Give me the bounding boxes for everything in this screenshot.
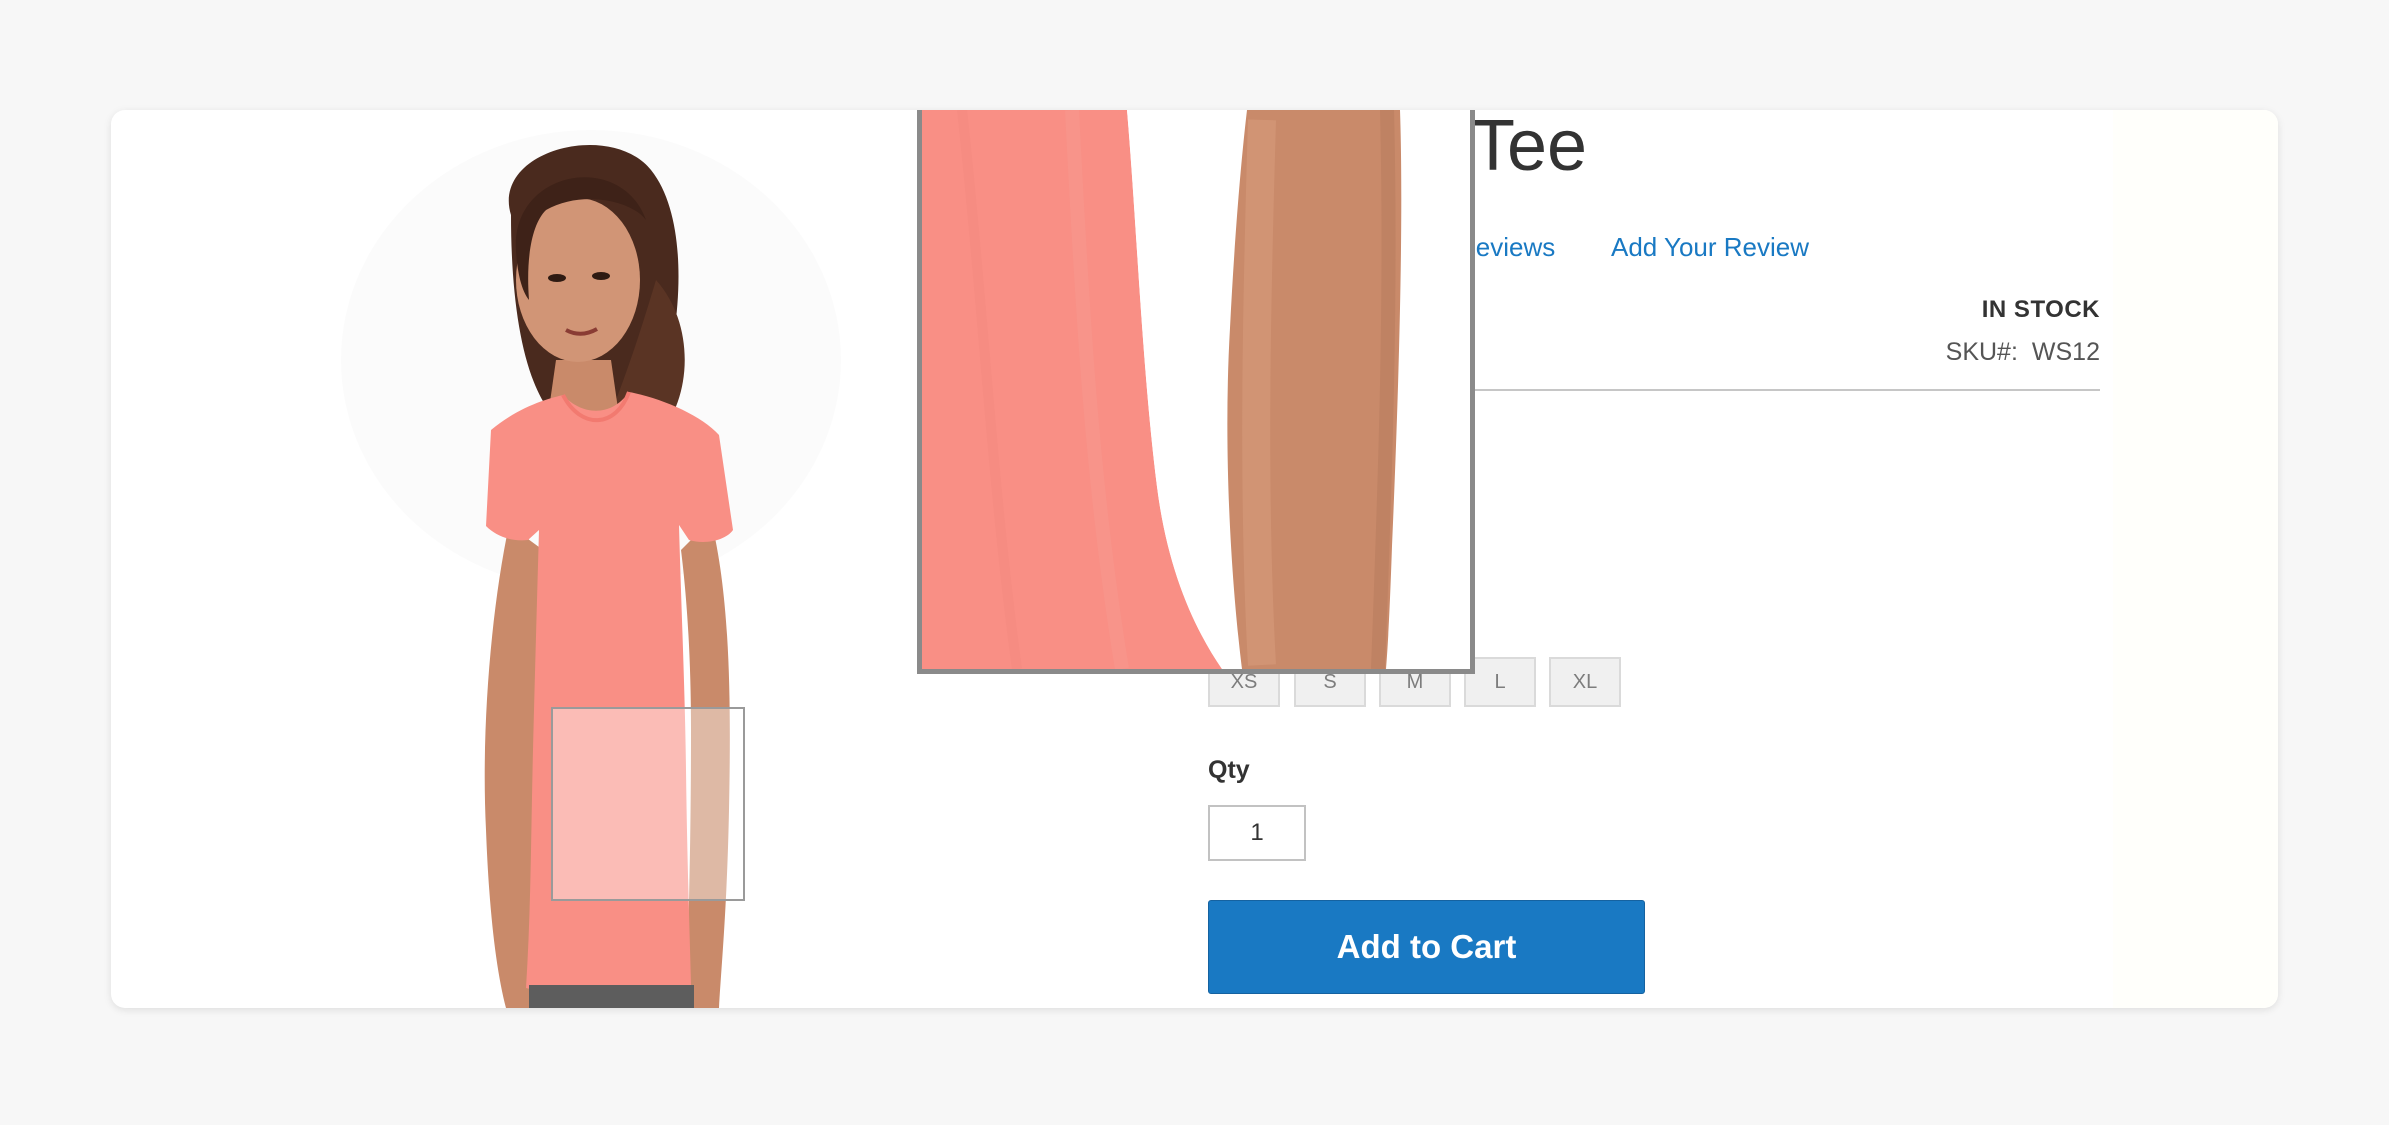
page-margin — [2113, 110, 2278, 1008]
qty-label: Qty — [1208, 756, 1250, 784]
qty-input[interactable]: 1 — [1208, 805, 1306, 861]
sku-value: WS12 — [2031, 338, 2100, 366]
zoom-lens[interactable] — [551, 707, 745, 901]
product-title: Tee — [1471, 110, 1588, 186]
size-swatch-xl[interactable]: XL — [1549, 657, 1621, 707]
add-review-link[interactable]: Add Your Review — [1611, 232, 1809, 263]
add-to-cart-button[interactable]: Add to Cart — [1208, 900, 1645, 994]
stock-status: IN STOCK — [1981, 296, 2100, 323]
zoom-preview-window — [917, 110, 1475, 674]
product-card: Tee Reviews Add Your Review IN STOCK SKU… — [111, 110, 2278, 1008]
sku-line: SKU#: WS12 — [1946, 338, 2100, 367]
product-page: Tee Reviews Add Your Review IN STOCK SKU… — [111, 110, 2278, 1008]
sku-label: SKU#: — [1945, 338, 2018, 366]
